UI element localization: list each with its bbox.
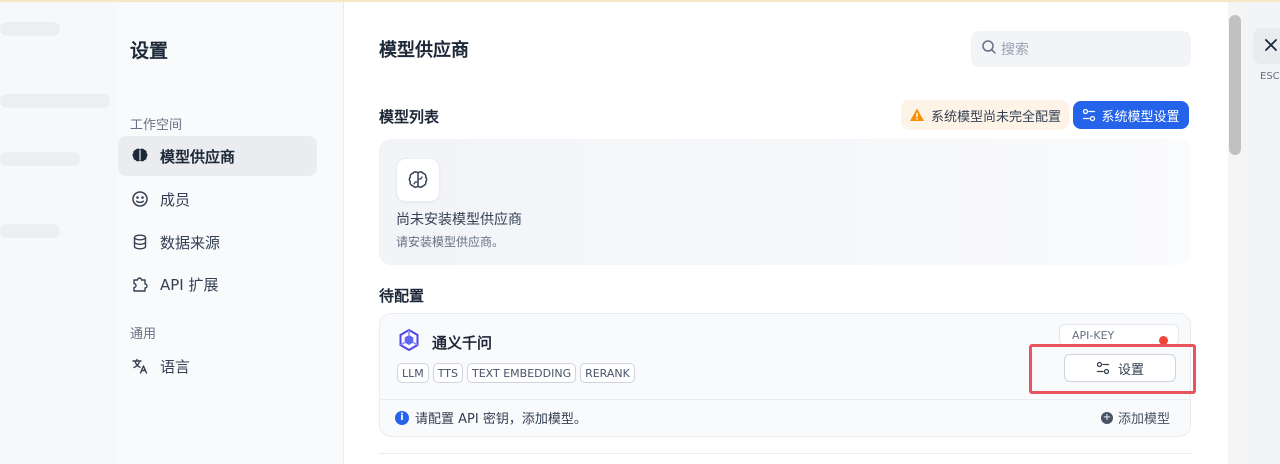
capability-tags: LLM TTS TEXT EMBEDDING RERANK	[397, 363, 635, 383]
sidebar-item-api-extensions[interactable]: API 扩展	[118, 264, 317, 304]
provider-name: 通义千问	[432, 334, 493, 352]
tag-llm: LLM	[397, 363, 429, 383]
settings-sliders-icon	[1096, 361, 1110, 375]
tongyi-logo-icon	[397, 328, 421, 352]
nav-section-workspace: 工作空间	[130, 118, 183, 133]
system-model-settings-button[interactable]: 系统模型设置	[1073, 101, 1189, 129]
sidebar-item-label: 模型供应商	[160, 147, 236, 166]
empty-providers-card: 尚未安装模型供应商 请安装模型供应商。	[379, 139, 1191, 265]
sidebar-item-label: 数据来源	[160, 233, 221, 252]
nav-section-general: 通用	[130, 327, 157, 342]
system-model-settings-label: 系统模型设置	[1101, 109, 1180, 125]
close-button[interactable]	[1253, 28, 1280, 64]
add-model-button[interactable]: + 添加模型	[1101, 408, 1170, 427]
sidebar-item-label: 语言	[160, 357, 191, 376]
translate-icon	[130, 356, 150, 376]
members-icon	[130, 189, 150, 209]
system-model-warning: 系统模型尚未完全配置	[901, 100, 1070, 130]
warning-icon	[909, 107, 925, 123]
sidebar-item-label: 成员	[160, 190, 191, 209]
sidebar-item-model-provider[interactable]: 模型供应商	[118, 136, 317, 176]
database-icon	[130, 232, 150, 252]
plus-icon: +	[1101, 411, 1113, 424]
tag-text-embedding: TEXT EMBEDDING	[466, 363, 577, 383]
info-icon: i	[395, 410, 409, 425]
tag-tts: TTS	[432, 363, 463, 383]
empty-title: 尚未安装模型供应商	[396, 212, 522, 228]
page-title: 模型供应商	[379, 40, 469, 61]
sidebar-item-language[interactable]: 语言	[118, 346, 317, 386]
search-placeholder: 搜索	[1001, 42, 1029, 58]
search-input[interactable]: 搜索	[971, 31, 1191, 67]
tag-rerank: RERANK	[580, 363, 635, 383]
sidebar-item-data-sources[interactable]: 数据来源	[118, 222, 317, 262]
close-icon	[1264, 37, 1278, 56]
settings-sliders-icon	[1083, 108, 1096, 122]
sidebar-item-members[interactable]: 成员	[118, 179, 317, 219]
settings-sidebar: 设置 工作空间 模型供应商 成员 数据来源 API 扩展 通用 语言	[118, 2, 344, 464]
empty-subtitle: 请安装模型供应商。	[396, 235, 505, 249]
info-text: 请配置 API 密钥，添加模型。	[415, 412, 587, 427]
esc-hint: ESC	[1260, 71, 1280, 82]
pending-config-title: 待配置	[379, 287, 425, 305]
setup-button-label: 设置	[1117, 362, 1144, 378]
background-backdrop	[0, 2, 118, 464]
main-panel: 模型供应商 搜索 模型列表 系统模型尚未完全配置 系统模型设置 尚未安装模型供应…	[344, 2, 1228, 464]
provider-card-divider	[380, 399, 1190, 400]
sidebar-item-label: API 扩展	[160, 275, 219, 294]
provider-card-tongyi: 通义千问 LLM TTS TEXT EMBEDDING RERANK API-K…	[379, 313, 1191, 437]
add-model-label: 添加模型	[1118, 412, 1171, 427]
section-divider	[379, 453, 1191, 454]
warning-text: 系统模型尚未完全配置	[931, 109, 1062, 125]
provider-info: i 请配置 API 密钥，添加模型。	[395, 408, 587, 427]
brain-icon	[130, 146, 150, 166]
settings-title: 设置	[130, 40, 169, 62]
model-list-title: 模型列表	[379, 108, 440, 126]
search-icon	[981, 39, 997, 59]
api-key-status-dot	[1159, 336, 1168, 345]
brain-icon	[396, 158, 440, 202]
scrollbar-thumb[interactable]	[1229, 15, 1241, 155]
puzzle-icon	[130, 274, 150, 294]
provider-setup-button[interactable]: 设置	[1064, 354, 1176, 382]
